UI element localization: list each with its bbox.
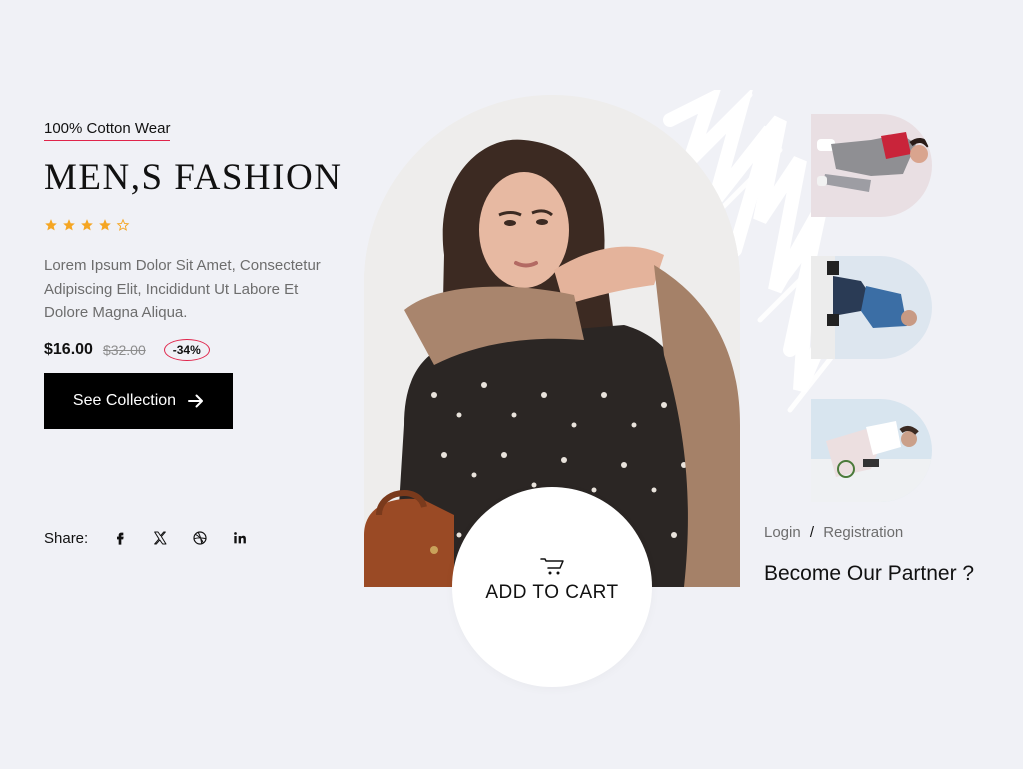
star-filled-icon [81,219,93,231]
page-title: MEN,S FASHION [44,157,343,198]
thumbnail-image [811,114,932,217]
page: 100% Cotton Wear MEN,S FASHION Lorem Ips… [0,0,1023,769]
star-filled-icon [45,219,57,231]
share-bar: Share: [44,527,260,549]
become-partner-link[interactable]: Become Our Partner ? [764,562,974,586]
discount-badge: -34% [163,339,210,361]
star-filled-icon [99,219,111,231]
thumbnail-3[interactable] [811,399,932,502]
rating-stars [44,218,130,232]
current-price: $16.00 [44,341,93,358]
eyebrow-label: 100% Cotton Wear [44,120,171,141]
add-to-cart-button[interactable]: ADD TO CART [452,487,652,687]
old-price: $32.00 [102,342,146,358]
auth-separator: / [809,524,815,541]
add-to-cart-label: ADD TO CART [485,582,619,603]
price-row: $16.00 $32.00 -34% [44,339,210,361]
cart-icon [540,558,564,575]
linkedin-icon[interactable] [220,527,260,549]
facebook-icon[interactable] [100,527,140,549]
thumbnail-image [811,256,932,359]
thumbnail-2[interactable] [811,256,932,359]
see-collection-button[interactable]: See Collection [44,373,233,429]
share-label: Share: [44,529,89,547]
star-filled-icon [63,219,75,231]
x-icon[interactable] [140,527,180,549]
thumbnail-image [811,399,932,502]
dribbble-icon[interactable] [180,527,220,549]
thumbnail-1[interactable] [811,114,932,217]
see-collection-label: See Collection [72,392,177,409]
registration-link[interactable]: Registration [823,524,903,541]
auth-links: Login / Registration [764,524,903,541]
product-description: Lorem Ipsum Dolor Sit Amet, Consectetur … [44,257,321,321]
arrow-right-icon [188,394,204,408]
login-link[interactable]: Login [764,524,801,541]
star-empty-icon [116,218,130,231]
